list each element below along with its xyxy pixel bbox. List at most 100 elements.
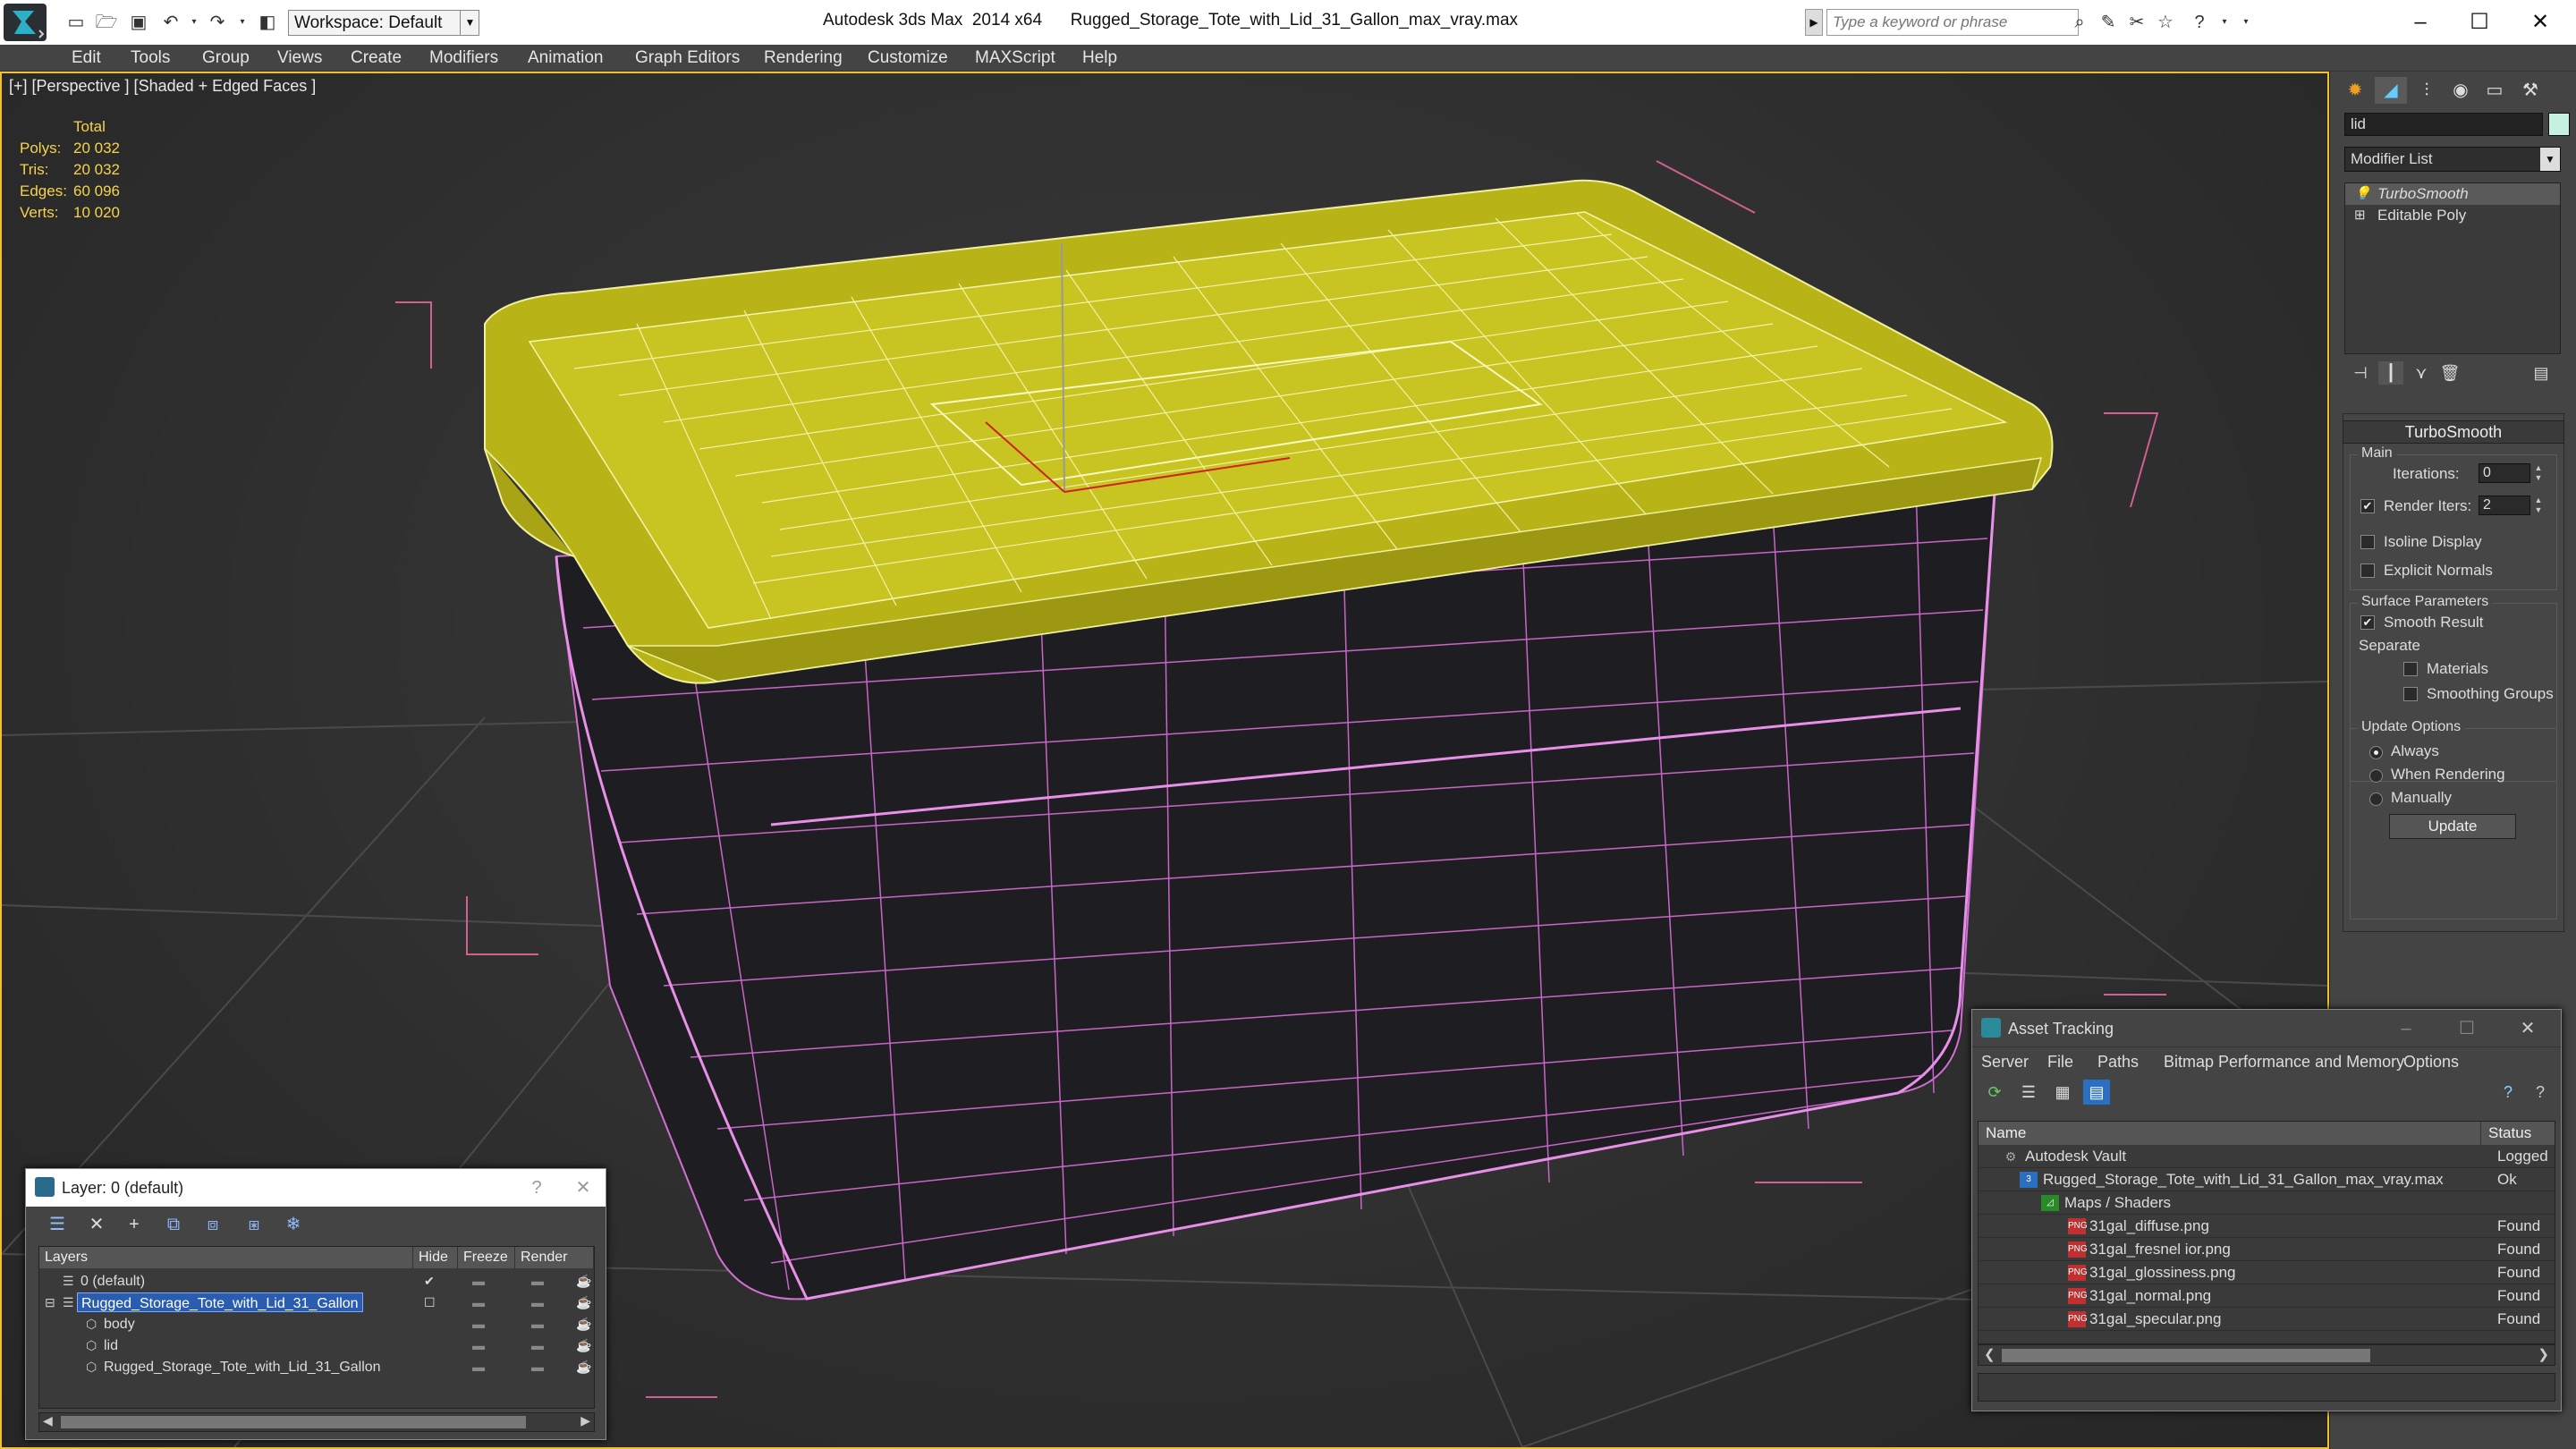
asset-menu-paths[interactable]: Paths [2097,1053,2139,1072]
render-iters-spinner[interactable]: 2 [2479,496,2530,515]
hide-toggle[interactable]: ▬ [472,1356,485,1377]
asset-path-field[interactable] [1978,1373,2555,1402]
isoline-display-checkbox[interactable] [2360,535,2375,549]
hide-all-icon[interactable]: ⧆ [241,1212,267,1237]
open-file-icon[interactable]: 🗁 [95,11,118,34]
menu-rendering[interactable]: Rendering [764,48,843,68]
column-header-name[interactable]: Name [1979,1122,2481,1145]
layer-row[interactable]: ⬡ body ▬ ▬ ☕ [39,1313,594,1335]
asset-row[interactable]: 3 Rugged_Storage_Tote_with_Lid_31_Gallon… [1979,1168,2555,1191]
asset-row[interactable]: PNG 31gal_diffuse.png Found [1979,1215,2555,1238]
redo-icon[interactable]: ↷ [206,11,229,34]
select-layer-objects-icon[interactable]: ⧉ [160,1212,187,1237]
configure-sets-icon[interactable]: ▤ [2529,361,2554,385]
pin-stack-icon[interactable]: ⊣ [2348,361,2373,385]
spinner-arrows-icon[interactable]: ▲ ▼ [2532,463,2545,483]
stack-item-editable-poly[interactable]: ⊞ Editable Poly [2345,205,2560,226]
active-layer-box-icon[interactable]: ☐ [424,1292,436,1313]
menu-graph-editors[interactable]: Graph Editors [635,48,740,68]
workspace-dropdown-icon[interactable]: ▼ [460,10,479,36]
when-rendering-radio[interactable] [2369,769,2383,783]
scroll-right-icon[interactable]: ▶ [580,1413,590,1428]
favorites-star-icon[interactable]: ☆ [2154,11,2177,34]
scroll-left-icon[interactable]: ◀ [43,1413,53,1428]
menu-create[interactable]: Create [351,48,402,68]
explicit-normals-checkbox[interactable] [2360,564,2375,578]
asset-row[interactable]: PNG 31gal_glossiness.png Found [1979,1261,2555,1284]
asset-menu-file[interactable]: File [2047,1053,2073,1072]
layer-manager-icon[interactable]: ☰ [44,1212,71,1237]
hide-toggle[interactable]: ▬ [472,1292,485,1313]
project-folder-icon[interactable]: ◧ [256,11,279,34]
asset-row[interactable]: ◿ Maps / Shaders [1979,1191,2555,1215]
horizontal-scrollbar[interactable]: ◀ ▶ [38,1412,595,1432]
active-layer-check-icon[interactable]: ✔ [424,1270,435,1292]
update-button[interactable]: Update [2389,814,2516,839]
object-color-swatch[interactable] [2548,113,2570,136]
spinner-arrows-icon[interactable]: ▲ ▼ [2532,496,2545,515]
maximize-button[interactable]: ☐ [2458,5,2501,39]
layer-row[interactable]: ⬡ lid ▬ ▬ ☕ [39,1335,594,1356]
render-iters-checkbox[interactable]: ✔ [2360,499,2375,513]
modify-tab-icon[interactable]: ◢ [2375,77,2407,104]
viewport-label[interactable]: [+] [Perspective ] [Shaded + Edged Faces… [9,77,316,96]
redo-dropdown-icon[interactable]: ▾ [231,11,254,34]
new-file-icon[interactable]: ▭ [64,11,88,34]
highlight-layer-icon[interactable]: ⧈ [199,1212,226,1237]
save-file-icon[interactable]: ▣ [127,11,150,34]
asset-menu-server[interactable]: Server [1981,1053,2029,1072]
vault-help-icon[interactable]: ? [2495,1080,2521,1105]
close-icon[interactable]: ✕ [2514,1015,2541,1042]
hide-toggle[interactable]: ▬ [472,1270,485,1292]
layer-row[interactable]: ☰ 0 (default) ✔ ▬ ▬ ☕ [39,1270,594,1292]
menu-edit[interactable]: Edit [72,48,101,68]
motion-tab-icon[interactable]: ◉ [2445,77,2477,104]
smoothing-groups-checkbox[interactable] [2403,687,2418,701]
freeze-toggle[interactable]: ▬ [531,1356,544,1377]
menu-maxscript[interactable]: MAXScript [975,48,1055,68]
bulb-icon[interactable]: 💡 [2354,183,2371,205]
search-input[interactable] [1826,9,2079,36]
column-header-render[interactable]: Render [515,1247,594,1268]
minimize-icon[interactable]: – [2393,1015,2419,1042]
expand-icon[interactable]: ⊞ [2354,205,2366,226]
asset-tracking-titlebar[interactable]: Asset Tracking – ☐ ✕ [1972,1010,2561,1047]
search-expand-icon[interactable]: ▶ [1805,9,1823,36]
subscription-icon[interactable]: ✎ [2097,11,2120,34]
materials-checkbox[interactable] [2403,662,2418,676]
column-header-hide[interactable]: Hide [413,1247,458,1268]
asset-row[interactable]: PNG 31gal_fresnel ior.png Found [1979,1238,2555,1261]
freeze-toggle[interactable]: ▬ [531,1292,544,1313]
app-logo-icon[interactable] [4,4,47,41]
always-radio[interactable] [2369,746,2383,759]
horizontal-scrollbar[interactable]: ❮ ❯ [1978,1344,2555,1366]
menu-help[interactable]: Help [1082,48,1117,68]
menu-animation[interactable]: Animation [528,48,604,68]
scrollbar-thumb[interactable] [61,1416,526,1428]
freeze-toggle[interactable]: ▬ [531,1335,544,1356]
asset-row[interactable]: PNG 31gal_normal.png Found [1979,1284,2555,1308]
column-header-status[interactable]: Status [2481,1122,2555,1145]
object-name-field[interactable]: lid [2344,113,2543,136]
render-teapot-icon[interactable]: ☕ [576,1270,591,1292]
help-icon[interactable]: ? [2188,11,2211,34]
smooth-result-checkbox[interactable]: ✔ [2360,615,2375,630]
render-teapot-icon[interactable]: ☕ [576,1313,591,1335]
render-teapot-icon[interactable]: ☕ [576,1292,591,1313]
settings-help-icon[interactable]: ? [2527,1080,2554,1105]
asset-row[interactable]: PNG 31gal_specular.png Found [1979,1308,2555,1331]
column-header-freeze[interactable]: Freeze [458,1247,515,1268]
manually-radio[interactable] [2369,792,2383,806]
modifier-list-dropdown[interactable]: Modifier List ▼ [2344,147,2561,172]
freeze-toggle[interactable]: ▬ [531,1270,544,1292]
hierarchy-tab-icon[interactable]: ⫶ [2411,77,2443,104]
asset-row[interactable]: ⚙ Autodesk Vault Logged [1979,1145,2555,1168]
stack-item-turbosmooth[interactable]: 💡 TurboSmooth [2345,183,2560,205]
collapse-icon[interactable]: ⊟ [45,1292,55,1313]
make-unique-icon[interactable]: ⋎ [2409,361,2434,385]
remove-modifier-icon[interactable]: 🗑 [2437,361,2462,385]
menu-customize[interactable]: Customize [868,48,948,68]
layer-row[interactable]: ⬡ Rugged_Storage_Tote_with_Lid_31_Gallon… [39,1356,594,1377]
asset-menu-options[interactable]: Options [2403,1053,2459,1072]
workspace-selector[interactable]: Workspace: Default [288,10,479,36]
